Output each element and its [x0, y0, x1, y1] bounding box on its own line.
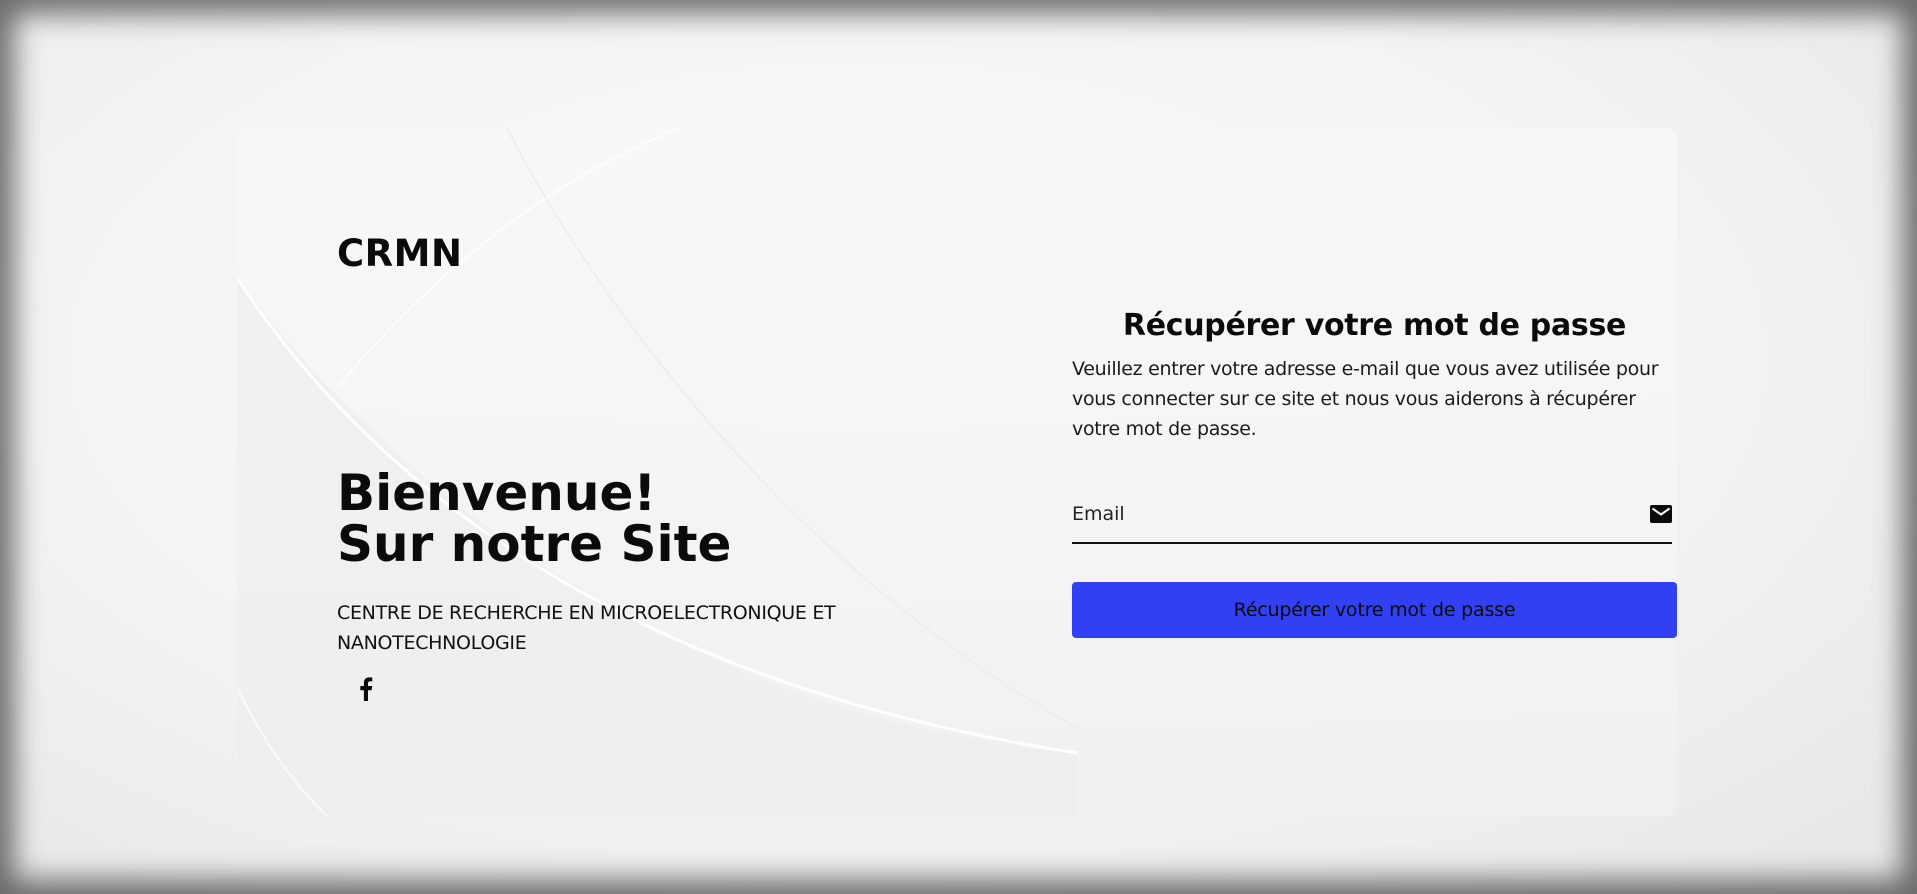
- form-description: Veuillez entrer votre adresse e-mail que…: [1072, 358, 1659, 440]
- page-background: CRMN Bienvenue! Sur notre Site CENTRE DE…: [0, 0, 1917, 894]
- organization-name: CENTRE DE RECHERCHE EN MICROELECTRONIQUE…: [337, 602, 836, 654]
- form-title: Récupérer votre mot de passe: [1122, 308, 1627, 343]
- login-card: CRMN Bienvenue! Sur notre Site CENTRE DE…: [237, 128, 1677, 816]
- facebook-link[interactable]: [351, 674, 381, 704]
- brand-logo: CRMN: [337, 232, 463, 275]
- welcome-heading: Bienvenue! Sur notre Site: [337, 468, 731, 570]
- facebook-icon: [360, 677, 373, 701]
- recovery-form: Récupérer votre mot de passe Veuillez en…: [1072, 128, 1677, 816]
- welcome-line-1: Bienvenue!: [337, 464, 657, 522]
- recover-password-button[interactable]: Récupérer votre mot de passe: [1072, 582, 1677, 638]
- email-input[interactable]: [1072, 488, 1632, 540]
- welcome-line-2: Sur notre Site: [337, 515, 732, 573]
- mail-icon: [1650, 505, 1672, 523]
- email-field-wrapper: [1072, 488, 1672, 544]
- welcome-panel: CRMN Bienvenue! Sur notre Site CENTRE DE…: [237, 128, 1067, 816]
